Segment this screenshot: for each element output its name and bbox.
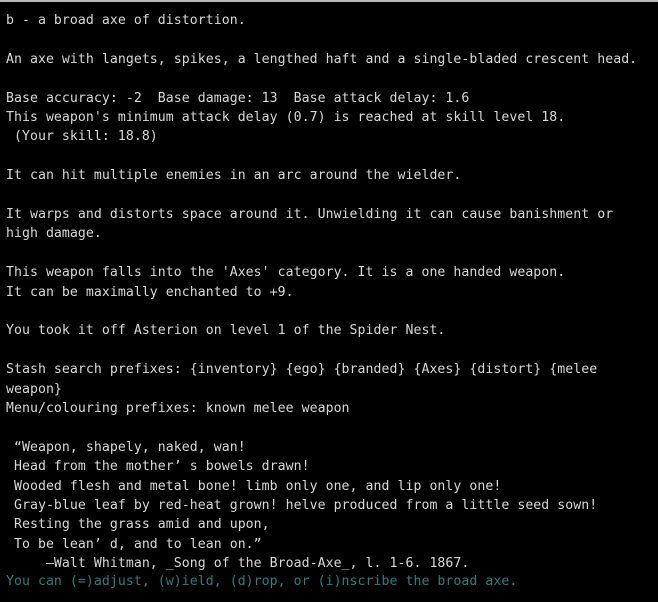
quote-line: “Weapon, shapely, naked, wan! [6,439,246,455]
stash-search-prefixes-line-2: weapon} [6,381,62,397]
item-flavour-text: An axe with langets, spikes, a lengthed … [6,51,638,67]
quote-attribution-line: —Walt Whitman, _Song of the Broad-Axe_, … [6,556,470,572]
base-stats-line: Base accuracy: -2 Base damage: 13 Base a… [6,90,470,106]
quote-line: Wooded flesh and metal bone! limb only o… [6,478,502,494]
min-delay-line: This weapon's minimum attack delay (0.7)… [6,110,566,125]
enchant-cap-line: It can be maximally enchanted to +9. [6,284,294,300]
menu-colouring-prefixes-line: Menu/colouring prefixes: known melee wea… [6,401,350,417]
brand-description-line-1: It warps and distorts space around it. U… [6,207,614,222]
item-description-body: b - a broad axe of distortion. An axe wi… [6,11,658,574]
stash-search-prefixes-line-1: Stash search prefixes: {inventory} {ego}… [6,362,598,378]
quote-line: Resting the grass amid and upon, [6,517,270,533]
quote-line: Head from the mother’ s bowels drawn! [6,459,310,475]
screen-top-divider [0,0,658,2]
quote-line: To be lean’ d, and to lean on.” [6,536,262,552]
weapon-category-line: This weapon falls into the 'Axes' catego… [6,265,566,281]
item-header: b - a broad axe of distortion. [6,13,246,28]
cleave-property-line: It can hit multiple enemies in an arc ar… [6,168,462,184]
brand-description-line-2: high damage. [6,226,102,242]
command-prompt[interactable]: You can (=)adjust, (w)ield, (d)rop, or (… [6,572,517,591]
item-origin-line: You took it off Asterion on level 1 of t… [6,323,446,339]
item-description-screen: b - a broad axe of distortion. An axe wi… [0,0,658,602]
your-skill-line: (Your skill: 18.8) [6,129,158,145]
quote-line: Gray-blue leaf by red-heat grown! helve … [6,498,598,514]
